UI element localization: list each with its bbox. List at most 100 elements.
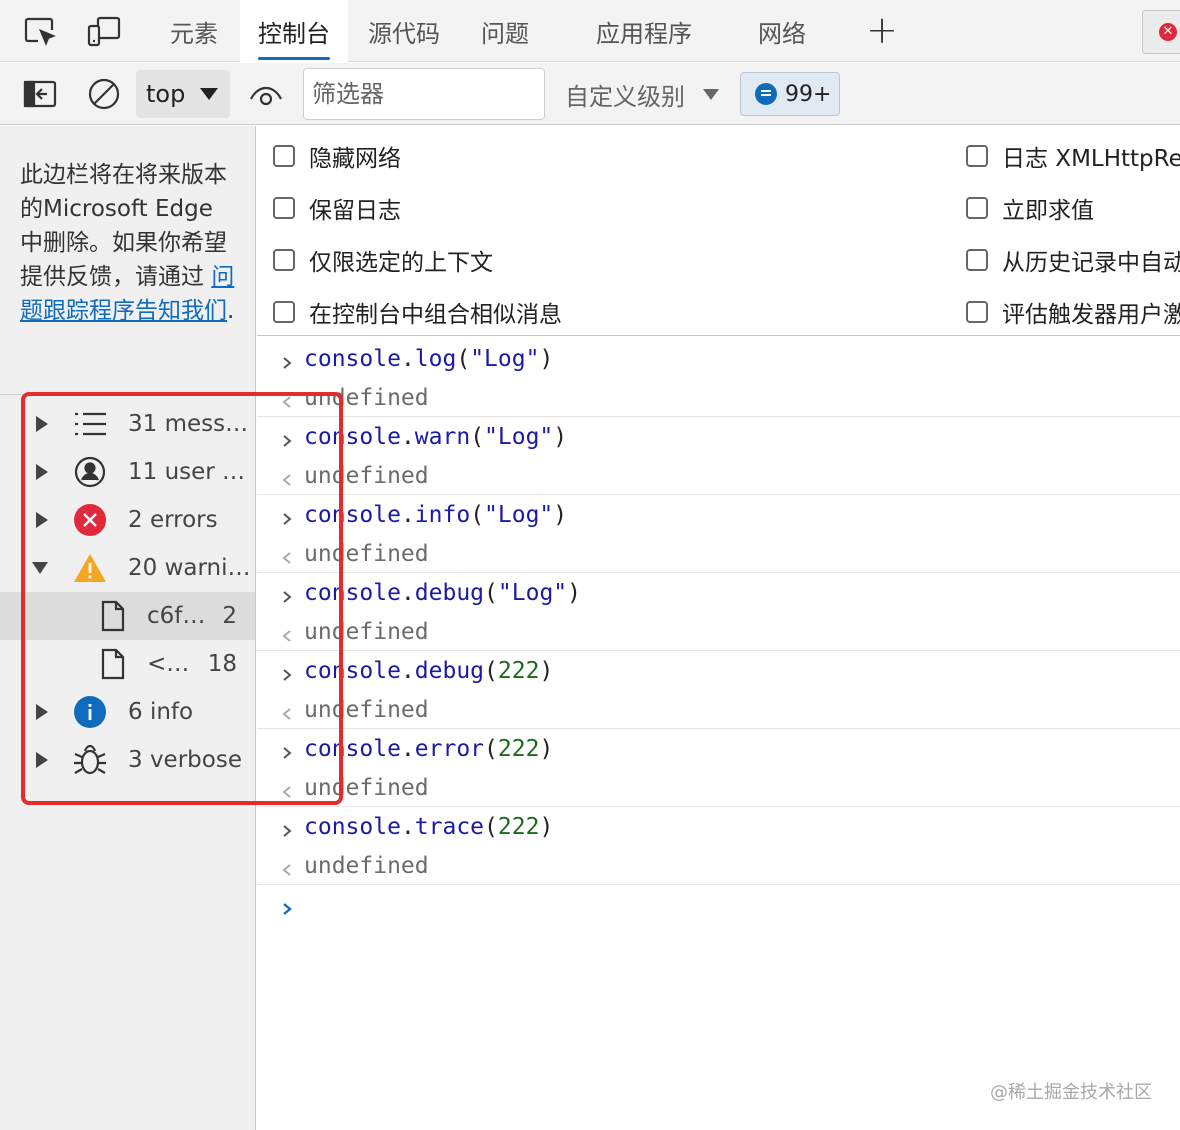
console-input-row[interactable]: console.debug("Log") bbox=[257, 573, 1180, 612]
console-result: undefined bbox=[304, 774, 429, 801]
sidebar-item-count: 18 bbox=[207, 651, 237, 677]
chevron-down-icon bbox=[703, 88, 719, 100]
code-punctuation: ) bbox=[539, 657, 554, 684]
code-object: console bbox=[304, 501, 401, 528]
code-punctuation: ( bbox=[484, 813, 498, 840]
console-result-row: undefined bbox=[257, 768, 1180, 807]
console-input-row[interactable]: console.trace(222) bbox=[257, 807, 1180, 846]
expand-arrow-icon[interactable] bbox=[36, 416, 48, 432]
sidebar-item-label: <… bbox=[147, 651, 190, 677]
sidebar-item-warning-source[interactable]: <… 18 bbox=[0, 640, 255, 688]
input-chevron-icon bbox=[279, 507, 295, 525]
tab-sources[interactable]: 源代码 bbox=[354, 0, 454, 62]
toggle-sidebar-icon[interactable] bbox=[20, 74, 60, 114]
sidebar-item-messages[interactable]: 31 mess… bbox=[0, 400, 255, 448]
console-result-row: undefined bbox=[257, 846, 1180, 885]
checkbox-label: 评估触发器用户激 bbox=[1002, 302, 1180, 328]
code-argument: 222 bbox=[497, 657, 540, 684]
code-punctuation: . bbox=[400, 579, 415, 606]
output-chevron-icon bbox=[279, 702, 295, 720]
sidebar-item-warnings[interactable]: 20 warni… bbox=[0, 544, 255, 592]
group-similar-checkbox[interactable]: 在控制台中组合相似消息 bbox=[273, 295, 562, 329]
code-object: console bbox=[304, 579, 401, 606]
preserve-log-checkbox[interactable]: 保留日志 bbox=[273, 191, 401, 225]
code-method: error bbox=[414, 735, 485, 762]
console-input-row[interactable]: console.error(222) bbox=[257, 729, 1180, 768]
checkbox-box[interactable] bbox=[273, 249, 295, 271]
code-punctuation: . bbox=[400, 345, 415, 372]
checkbox-box[interactable] bbox=[966, 145, 988, 167]
console-command: console.error(222) bbox=[304, 736, 553, 762]
device-emulation-icon[interactable] bbox=[84, 12, 124, 52]
code-argument: "Log" bbox=[470, 345, 540, 372]
code-punctuation: . bbox=[400, 501, 415, 528]
issues-counter-button[interactable]: 99+ bbox=[740, 72, 840, 116]
notice-text: 此边栏将在将来版本的Microsoft Edge 中删除。如果你希望提供反馈，请… bbox=[20, 162, 227, 290]
tab-network[interactable]: 网络 bbox=[744, 0, 820, 62]
log-xmlhttprequests-checkbox[interactable]: 日志 XMLHttpRe bbox=[966, 139, 1180, 173]
expand-arrow-icon[interactable] bbox=[36, 704, 48, 720]
console-command: console.debug(222) bbox=[304, 658, 553, 684]
console-toolbar: top 自定义级别 99+ bbox=[0, 63, 1180, 125]
inspect-element-icon[interactable] bbox=[20, 12, 60, 52]
sidebar-item-errors[interactable]: 2 errors bbox=[0, 496, 255, 544]
code-argument: "Log" bbox=[484, 423, 554, 450]
tab-elements[interactable]: 元素 bbox=[156, 0, 232, 62]
prompt-chevron-icon bbox=[279, 897, 295, 915]
log-levels-dropdown[interactable]: 自定义级别 bbox=[565, 73, 719, 115]
input-chevron-icon bbox=[279, 585, 295, 603]
add-tab-button[interactable]: + bbox=[862, 10, 902, 50]
selected-context-only-checkbox[interactable]: 仅限选定的上下文 bbox=[273, 243, 493, 277]
console-command: console.debug("Log") bbox=[304, 580, 581, 606]
autocomplete-history-checkbox[interactable]: 从历史记录中自动 bbox=[966, 243, 1180, 277]
output-chevron-icon bbox=[279, 780, 295, 798]
output-chevron-icon bbox=[279, 546, 295, 564]
expand-arrow-icon[interactable] bbox=[36, 752, 48, 768]
tab-console[interactable]: 控制台 bbox=[240, 0, 348, 62]
sidebar-item-count: 2 bbox=[222, 603, 237, 629]
sidebar-item-label: 31 mess… bbox=[128, 411, 249, 437]
checkbox-box[interactable] bbox=[273, 145, 295, 167]
console-command: console.info("Log") bbox=[304, 502, 567, 528]
clear-console-icon[interactable] bbox=[84, 74, 124, 114]
filter-input[interactable] bbox=[303, 68, 545, 120]
code-method: info bbox=[414, 501, 471, 528]
tab-application[interactable]: 应用程序 bbox=[582, 0, 706, 62]
context-selector[interactable]: top bbox=[136, 70, 230, 118]
console-prompt[interactable] bbox=[257, 885, 1180, 924]
sidebar-item-label: 11 user … bbox=[128, 459, 246, 485]
checkbox-box[interactable] bbox=[966, 249, 988, 271]
hide-network-checkbox[interactable]: 隐藏网络 bbox=[273, 139, 401, 173]
code-argument: "Log" bbox=[497, 579, 568, 606]
evaluate-user-activation-checkbox[interactable]: 评估触发器用户激 bbox=[966, 295, 1180, 329]
console-input-row[interactable]: console.info("Log") bbox=[257, 495, 1180, 534]
console-result-row: undefined bbox=[257, 612, 1180, 651]
checkbox-box[interactable] bbox=[966, 197, 988, 219]
live-expression-eye-icon[interactable] bbox=[246, 74, 286, 114]
list-icon bbox=[70, 404, 110, 444]
console-input-row[interactable]: console.debug(222) bbox=[257, 651, 1180, 690]
tab-issues[interactable]: 问题 bbox=[466, 0, 544, 62]
console-result-row: undefined bbox=[257, 534, 1180, 573]
eager-evaluation-checkbox[interactable]: 立即求值 bbox=[966, 191, 1094, 225]
console-input-row[interactable]: console.warn("Log") bbox=[257, 417, 1180, 456]
expand-arrow-icon[interactable] bbox=[36, 512, 48, 528]
console-output[interactable]: console.log("Log") undefined console.warn(… bbox=[257, 337, 1180, 1130]
code-method: warn bbox=[414, 423, 471, 450]
console-settings-pane: 隐藏网络 保留日志 仅限选定的上下文 在控制台中组合相似消息 日志 XMLHtt… bbox=[257, 126, 1180, 336]
console-input-row[interactable]: console.log("Log") bbox=[257, 339, 1180, 378]
checkbox-box[interactable] bbox=[966, 301, 988, 323]
input-chevron-icon bbox=[279, 351, 295, 369]
checkbox-box[interactable] bbox=[273, 301, 295, 323]
sidebar-item-info[interactable]: 6 info bbox=[0, 688, 255, 736]
checkbox-box[interactable] bbox=[273, 197, 295, 219]
input-chevron-icon bbox=[279, 429, 295, 447]
sidebar-item-verbose[interactable]: 3 verbose bbox=[0, 736, 255, 784]
error-icon bbox=[70, 500, 110, 540]
sidebar-item-warning-source[interactable]: c6f… 2 bbox=[0, 592, 255, 640]
collapse-arrow-icon[interactable] bbox=[32, 562, 48, 574]
sidebar-item-user-messages[interactable]: 11 user … bbox=[0, 448, 255, 496]
error-count-button[interactable]: ✕ bbox=[1142, 10, 1180, 54]
expand-arrow-icon[interactable] bbox=[36, 464, 48, 480]
code-object: console bbox=[304, 813, 401, 840]
